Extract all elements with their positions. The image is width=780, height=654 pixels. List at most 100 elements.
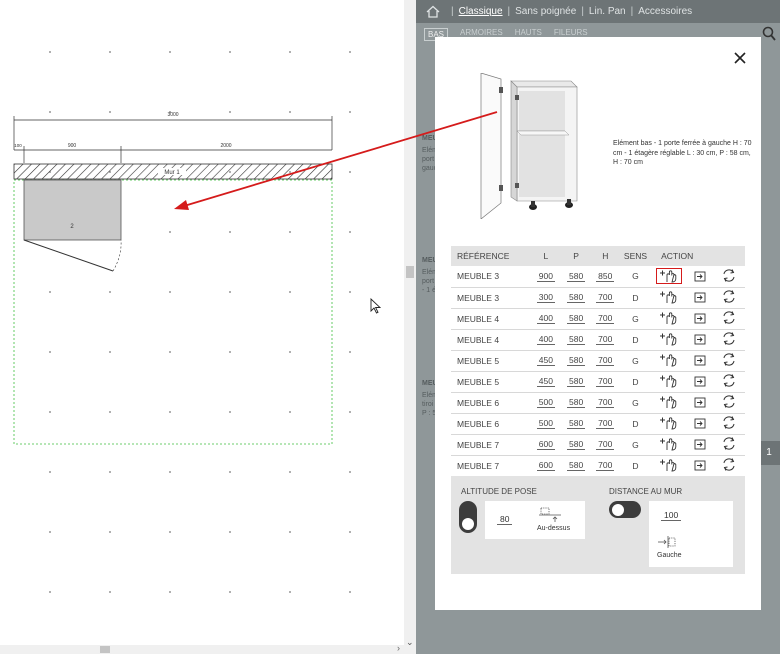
horizontal-scrollbar[interactable]: ›	[0, 643, 404, 654]
altitude-toggle[interactable]	[459, 501, 477, 533]
dimension-small: 100	[14, 143, 22, 148]
width-value: 450	[536, 376, 555, 387]
width-value: 300	[536, 292, 555, 303]
dimension-total: 3000	[167, 112, 178, 118]
add-to-plan-icon[interactable]	[655, 267, 682, 284]
nav-item-lin-pan[interactable]: Lin. Pan	[589, 6, 626, 17]
insert-icon[interactable]	[687, 332, 713, 348]
table-row: MEUBLE 3 300 580 700 D	[451, 287, 745, 309]
nav-item-classique[interactable]: Classique	[459, 6, 503, 17]
distance-side-label: Gauche	[657, 552, 682, 559]
rotate-icon[interactable]	[716, 457, 742, 473]
width-value: 400	[536, 334, 555, 345]
depth-value: 580	[566, 313, 586, 324]
add-to-plan-icon[interactable]	[656, 457, 682, 473]
rotate-icon[interactable]	[716, 268, 742, 284]
header-sens: SENS	[619, 246, 652, 266]
scroll-thumb[interactable]	[100, 646, 110, 653]
scroll-thumb[interactable]	[406, 266, 414, 278]
above-position-icon[interactable]	[539, 507, 561, 523]
height-value: 700	[596, 397, 615, 408]
page-number-button[interactable]: 1	[758, 441, 780, 465]
reference-cell: MEUBLE 5	[451, 350, 531, 372]
rotate-icon[interactable]	[716, 394, 742, 410]
depth-value: 580	[566, 334, 586, 345]
insert-icon[interactable]	[687, 268, 713, 284]
insert-icon[interactable]	[687, 458, 713, 474]
depth-value: 580	[566, 376, 586, 387]
width-value: 400	[536, 313, 555, 324]
reference-cell: MEUBLE 6	[451, 392, 531, 414]
height-value: 700	[596, 418, 615, 429]
wall-label: Mur 1	[164, 170, 180, 176]
add-to-plan-icon[interactable]	[656, 289, 682, 305]
sens-value: D	[619, 413, 652, 435]
distance-toggle[interactable]	[609, 501, 641, 518]
height-value: 700	[596, 313, 615, 324]
rotate-icon[interactable]	[716, 436, 742, 452]
table-row: MEUBLE 4 400 580 700 D	[451, 329, 745, 351]
scroll-down-icon[interactable]: ⌄	[406, 637, 414, 648]
altitude-card: 80 Au-dessus	[485, 501, 585, 539]
rotate-icon[interactable]	[716, 373, 742, 389]
insert-icon[interactable]	[687, 437, 713, 453]
left-side-icon[interactable]	[657, 536, 677, 548]
home-icon[interactable]	[426, 5, 440, 18]
rotate-icon[interactable]	[716, 289, 742, 305]
rotate-icon[interactable]	[716, 310, 742, 326]
header-l: L	[530, 246, 562, 266]
rotate-icon[interactable]	[716, 331, 742, 347]
reference-cell: MEUBLE 3	[451, 287, 531, 309]
cabinet-2	[23, 179, 122, 241]
insert-icon[interactable]	[687, 416, 713, 432]
rotate-icon[interactable]	[716, 415, 742, 431]
placement-settings: ALTITUDE DE POSE 80 Au-dessus DISTANCE A…	[451, 476, 745, 574]
depth-value: 580	[566, 418, 586, 429]
header-h: H	[590, 246, 620, 266]
plan-canvas[interactable]: 3000 100 900 2000 Mur 1 2	[0, 0, 404, 645]
insert-icon[interactable]	[687, 374, 713, 390]
close-icon[interactable]	[733, 51, 747, 65]
header-reference: RÉFÉRENCE	[451, 246, 531, 266]
height-value: 700	[596, 460, 615, 471]
table-row: MEUBLE 4 400 580 700 G	[451, 308, 745, 330]
vertical-scrollbar[interactable]: ⌄	[404, 0, 416, 654]
dimension-right: 2000	[220, 143, 231, 149]
sens-value: G	[619, 392, 652, 414]
insert-icon[interactable]	[687, 290, 713, 306]
add-to-plan-icon[interactable]	[656, 310, 682, 326]
rotate-icon[interactable]	[716, 352, 742, 368]
product-detail-modal: Elément bas - 1 porte ferrée à gauche H …	[435, 37, 761, 610]
distance-input[interactable]: 100	[661, 510, 682, 521]
width-value: 500	[536, 397, 555, 408]
mouse-pointer-icon	[370, 297, 382, 319]
add-to-plan-icon[interactable]	[656, 352, 682, 368]
add-to-plan-icon[interactable]	[656, 415, 682, 431]
width-value: 500	[536, 418, 555, 429]
reference-table: RÉFÉRENCE L P H SENS ACTION MEUBLE 3 900 5…	[451, 246, 745, 477]
insert-icon[interactable]	[687, 353, 713, 369]
scroll-right-icon[interactable]: ›	[397, 643, 400, 653]
reference-cell: MEUBLE 4	[451, 329, 531, 351]
category-nav: | Classique | Sans poignée | Lin. Pan | …	[416, 0, 780, 23]
nav-item-accessoires[interactable]: Accessoires	[638, 6, 692, 17]
add-to-plan-icon[interactable]	[656, 436, 682, 452]
reference-cell: MEUBLE 6	[451, 413, 531, 435]
sens-value: D	[619, 371, 652, 393]
insert-icon[interactable]	[687, 395, 713, 411]
reference-cell: MEUBLE 7	[451, 455, 531, 477]
add-to-plan-icon[interactable]	[656, 373, 682, 389]
nav-item-sans-poignee[interactable]: Sans poignée	[515, 6, 576, 17]
distance-label: DISTANCE AU MUR	[609, 487, 683, 496]
altitude-input[interactable]: 80	[497, 514, 513, 525]
insert-icon[interactable]	[687, 311, 713, 327]
sens-value: G	[619, 308, 652, 330]
add-to-plan-icon[interactable]	[656, 394, 682, 410]
depth-value: 580	[566, 439, 586, 450]
add-to-plan-icon[interactable]	[656, 331, 682, 347]
table-row: MEUBLE 6 500 580 700 D	[451, 413, 745, 435]
table-row: MEUBLE 3 900 580 850 G	[451, 266, 745, 288]
reference-cell: MEUBLE 7	[451, 434, 531, 456]
product-description: Elément bas - 1 porte ferrée à gauche H …	[613, 140, 752, 166]
search-icon[interactable]	[762, 26, 776, 42]
